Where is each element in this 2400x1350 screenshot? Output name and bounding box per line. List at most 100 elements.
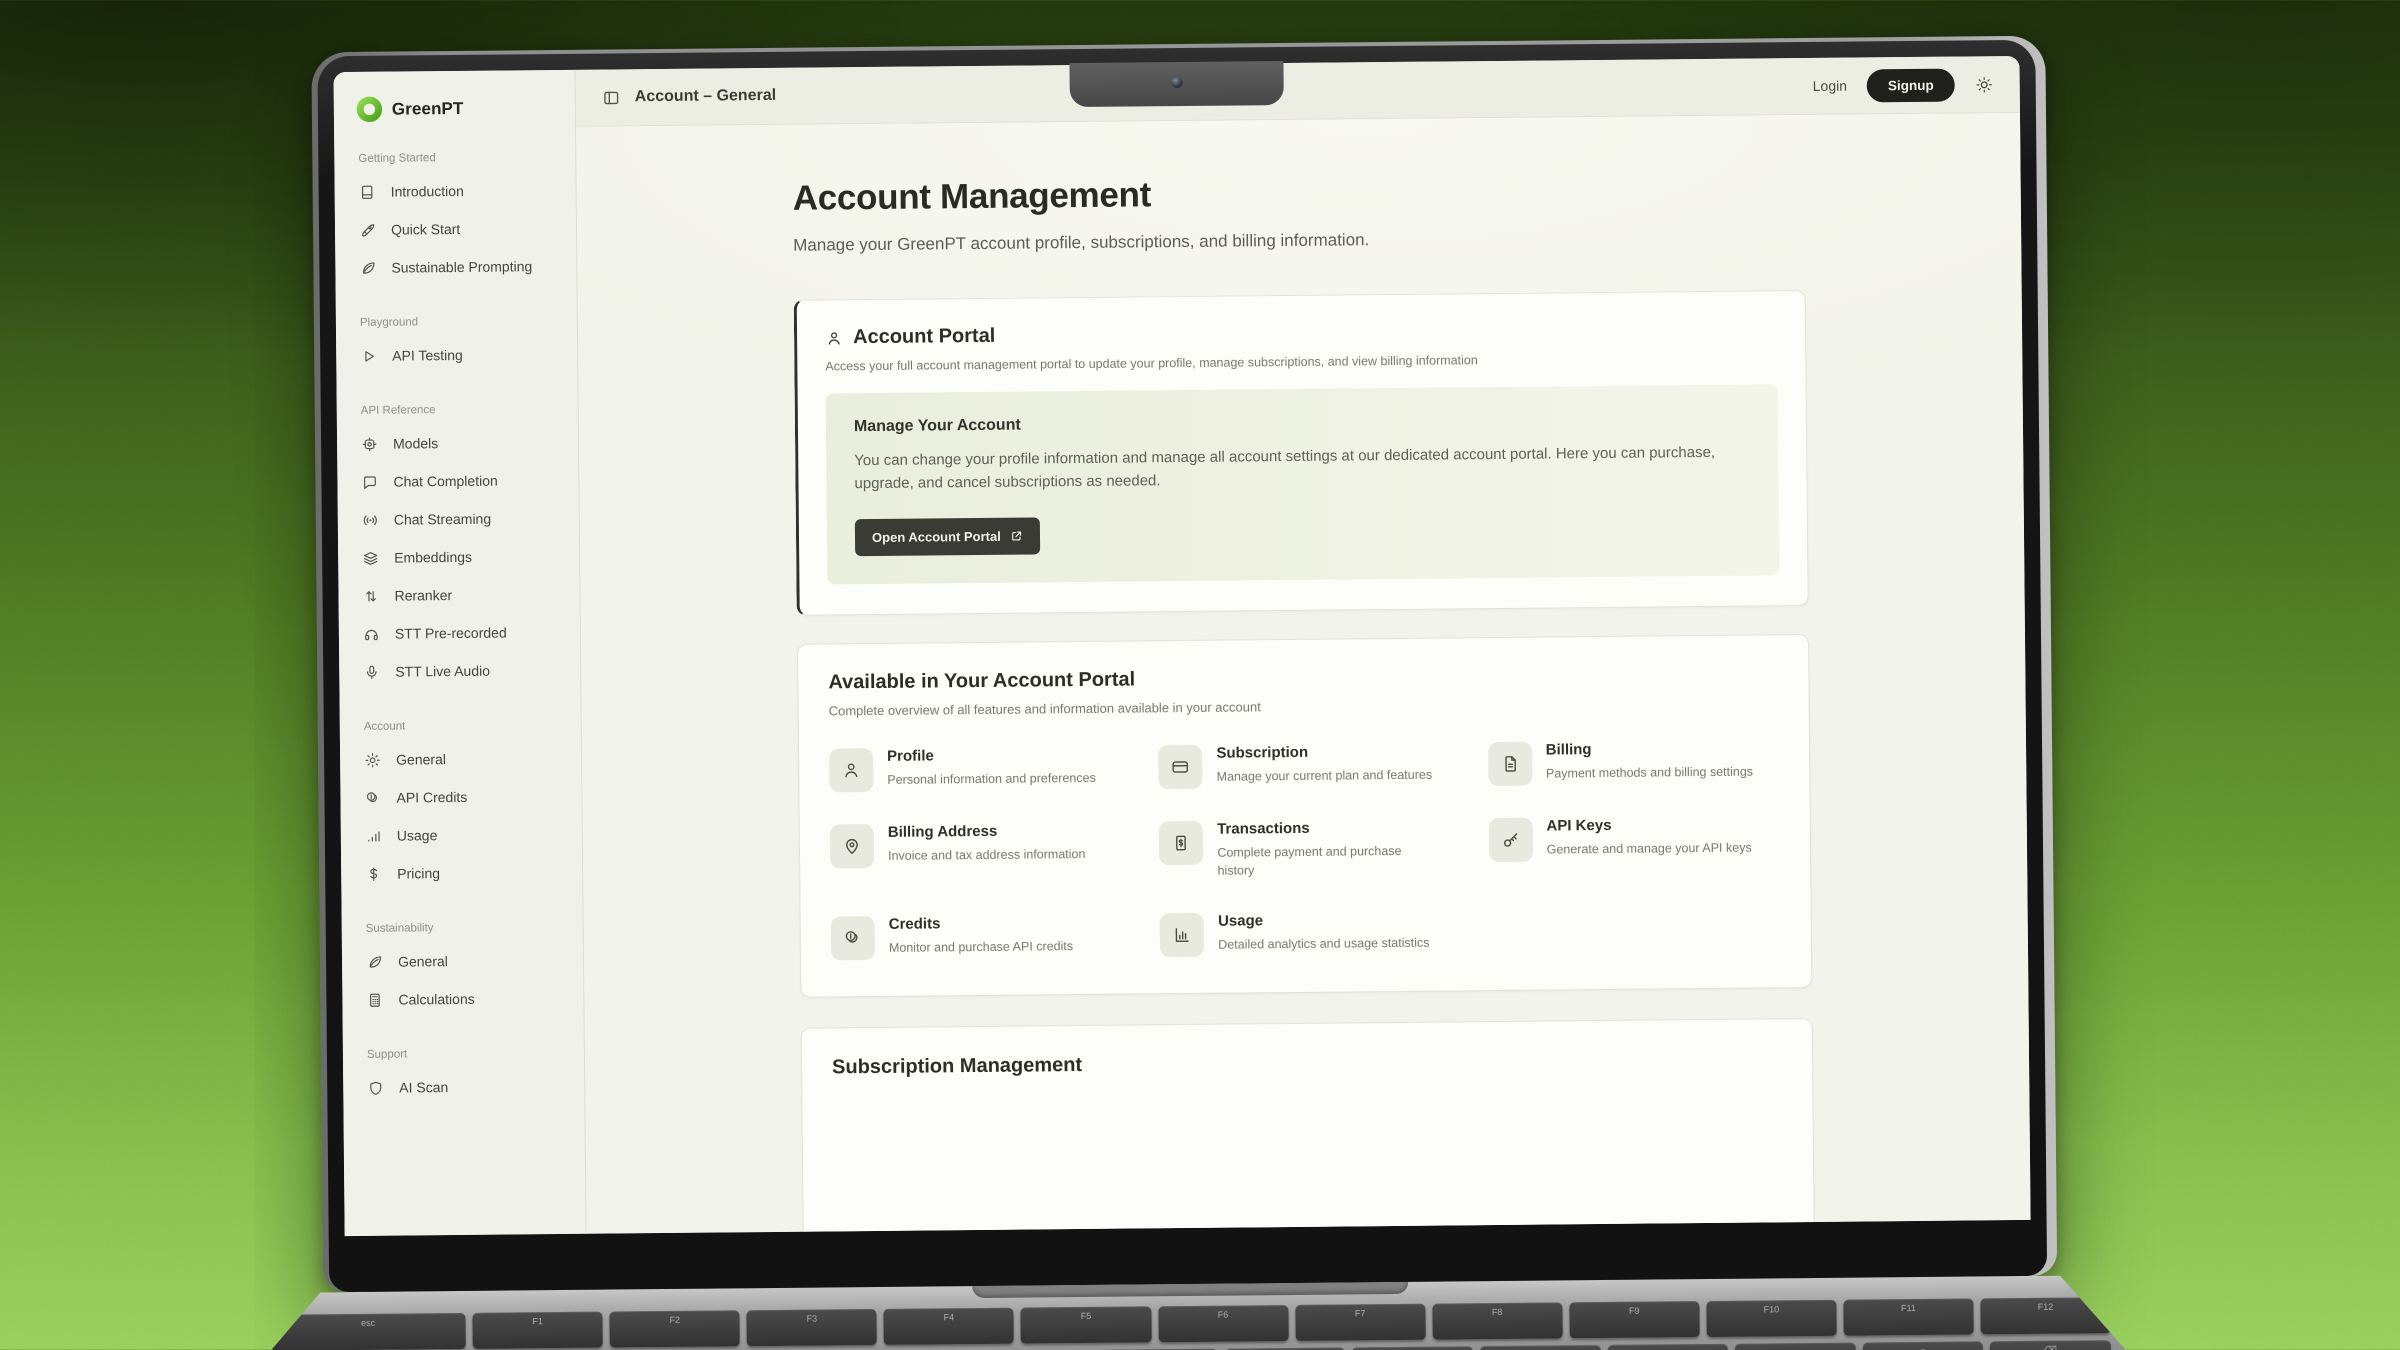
keyboard-key: F5 <box>1021 1306 1151 1343</box>
sidebar-section-label: Getting Started <box>358 151 559 165</box>
features-grid: Profile Personal information and prefere… <box>829 739 1781 961</box>
sun-icon[interactable] <box>1975 75 1994 94</box>
sidebar: GreenPT Getting Started Introduction Qui… <box>334 70 587 1236</box>
feature-transactions: Transactions Complete payment and purcha… <box>1159 818 1451 881</box>
bar-chart-icon <box>365 827 382 844</box>
calculator-icon <box>366 991 383 1008</box>
keyboard-key: F12 <box>1980 1297 2110 1334</box>
credit-card-icon <box>1170 756 1190 776</box>
sidebar-item-reranker[interactable]: Reranker <box>358 575 563 615</box>
open-account-portal-button[interactable]: Open Account Portal <box>855 517 1040 556</box>
manage-account-panel: Manage Your Account You can change your … <box>826 384 1780 584</box>
sidebar-item-usage[interactable]: Usage <box>361 815 566 855</box>
receipt-icon <box>1171 832 1191 852</box>
brand[interactable]: GreenPT <box>354 94 559 123</box>
person-icon <box>825 329 843 347</box>
laptop-screen-bezel: GreenPT Getting Started Introduction Qui… <box>317 40 2047 1292</box>
person-icon <box>841 760 861 780</box>
sidebar-section-label: API Reference <box>361 403 562 417</box>
keyboard-key: F7 <box>1295 1304 1425 1341</box>
chart-icon <box>1172 925 1192 945</box>
main-content: Account Management Manage your GreenPT a… <box>576 113 2031 1234</box>
feature-credits: Credits Monitor and purchase API credits <box>831 914 1123 961</box>
sidebar-item-ai-scan[interactable]: AI Scan <box>363 1067 568 1107</box>
layers-icon <box>362 549 379 566</box>
play-icon <box>360 347 377 364</box>
card-subtitle: Complete overview of all features and in… <box>829 694 1779 718</box>
sidebar-item-sustainability-general[interactable]: General <box>362 941 567 981</box>
login-link[interactable]: Login <box>1813 78 1847 94</box>
laptop-lid: GreenPT Getting Started Introduction Qui… <box>311 36 2057 1293</box>
keyboard-key: 0 <box>1607 1344 1728 1350</box>
sidebar-item-api-credits[interactable]: API Credits <box>360 777 565 817</box>
coins-icon <box>843 928 863 948</box>
sidebar-panel-icon[interactable] <box>602 88 621 107</box>
sidebar-item-api-testing[interactable]: API Testing <box>356 335 561 375</box>
portal-features-card: Available in Your Account Portal Complet… <box>797 634 1812 998</box>
sidebar-item-embeddings[interactable]: Embeddings <box>358 537 563 577</box>
sidebar-section-label: Sustainability <box>366 921 567 935</box>
sidebar-section-label: Playground <box>360 315 561 329</box>
external-link-icon <box>1010 529 1023 542</box>
keyboard-key: esc <box>270 1313 465 1350</box>
card-title: Available in Your Account Portal <box>828 662 1778 694</box>
greenpt-logo-icon <box>356 96 383 123</box>
shield-icon <box>367 1079 384 1096</box>
sidebar-item-stt-pre-recorded[interactable]: STT Pre-recorded <box>359 613 564 653</box>
sidebar-section-label: Support <box>367 1047 568 1061</box>
keyboard-key: F4 <box>884 1308 1014 1345</box>
sidebar-item-account-general[interactable]: General <box>360 739 565 779</box>
sidebar-item-chat-completion[interactable]: Chat Completion <box>357 461 562 501</box>
keyboard-key: 8 <box>1352 1346 1473 1350</box>
account-portal-card: Account Portal Access your full account … <box>794 290 1809 615</box>
chip-icon <box>361 435 378 452</box>
keyboard-key: = <box>1863 1341 1984 1350</box>
keyboard-key: F6 <box>1158 1305 1288 1342</box>
sidebar-item-pricing[interactable]: Pricing <box>361 853 566 893</box>
dollar-icon <box>365 865 382 882</box>
breadcrumb: Account – General <box>635 87 777 106</box>
panel-body: You can change your profile information … <box>854 441 1750 496</box>
panel-title: Manage Your Account <box>854 410 1750 437</box>
sidebar-item-calculations[interactable]: Calculations <box>362 979 567 1019</box>
leaf-icon <box>359 259 376 276</box>
coins-icon <box>364 789 381 806</box>
document-icon <box>1500 753 1520 773</box>
microphone-icon <box>363 663 380 680</box>
card-title: Account Portal <box>853 325 995 349</box>
chat-bubble-icon <box>361 473 378 490</box>
feature-subscription: Subscription Manage your current plan an… <box>1158 742 1450 789</box>
sidebar-section-label: Account <box>364 719 565 733</box>
book-icon <box>359 183 376 200</box>
sidebar-item-chat-streaming[interactable]: Chat Streaming <box>358 499 563 539</box>
sidebar-item-quick-start[interactable]: Quick Start <box>355 209 560 249</box>
sidebar-item-introduction[interactable]: Introduction <box>354 171 559 211</box>
signup-button[interactable]: Signup <box>1867 68 1955 102</box>
keyboard-key: F1 <box>473 1312 603 1349</box>
right-column: Account – General Login Signup Account M… <box>576 56 2031 1234</box>
page-title: Account Management <box>793 169 1805 219</box>
sidebar-item-sustainable-prompting[interactable]: Sustainable Prompting <box>355 247 560 287</box>
map-pin-icon <box>842 836 862 856</box>
headphones-icon <box>363 625 380 642</box>
keyboard-key: F2 <box>610 1310 740 1347</box>
keyboard: escF1F2F3F4F5F6F7F8F9F10F11F12`123456789… <box>270 1297 2111 1350</box>
broadcast-icon <box>362 511 379 528</box>
feature-billing-address: Billing Address Invoice and tax address … <box>830 821 1122 884</box>
app-window: GreenPT Getting Started Introduction Qui… <box>334 56 2031 1236</box>
keyboard-key: F10 <box>1706 1300 1836 1337</box>
sidebar-item-models[interactable]: Models <box>357 423 562 463</box>
card-description: Access your full account management port… <box>825 350 1777 373</box>
feature-usage: Usage Detailed analytics and usage stati… <box>1160 910 1452 957</box>
sidebar-item-stt-live-audio[interactable]: STT Live Audio <box>359 651 564 691</box>
feature-api-keys: API Keys Generate and manage your API ke… <box>1488 815 1780 878</box>
keyboard-key: F8 <box>1432 1302 1562 1339</box>
camera-dot <box>1171 77 1182 88</box>
keyboard-key: - <box>1735 1343 1856 1350</box>
key-icon <box>1500 829 1520 849</box>
keyboard-key: ⌫ <box>1990 1340 2111 1350</box>
keyboard-key: 9 <box>1480 1345 1601 1350</box>
feature-profile: Profile Personal information and prefere… <box>829 745 1121 792</box>
card-title: Subscription Management <box>832 1047 1782 1079</box>
sort-arrows-icon <box>362 587 379 604</box>
